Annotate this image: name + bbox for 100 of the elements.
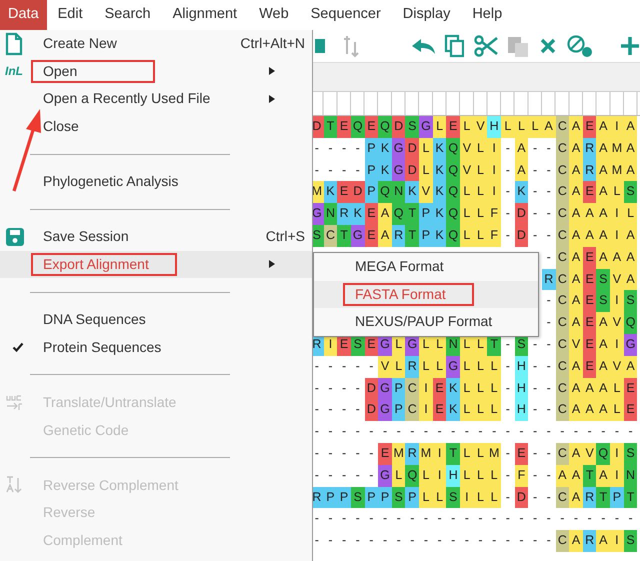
residue-cell: P	[610, 486, 624, 508]
gap-cell-text: -	[586, 423, 593, 440]
residue-cell: E	[582, 181, 596, 204]
gap-cell-text: -	[627, 510, 634, 528]
residue-cell: H	[514, 399, 528, 422]
residue-cell: R	[405, 442, 420, 465]
residue-cell: H	[514, 356, 528, 378]
gap-cell-text: -	[504, 444, 511, 462]
menu-bar-item[interactable]: Alignment	[162, 0, 248, 30]
gap-cell-text: -	[409, 510, 416, 528]
gap-cell-text: -	[314, 140, 320, 157]
residue-cell: G	[419, 116, 433, 138]
residue-cell: L	[460, 356, 474, 378]
gap-cell-text: -	[600, 510, 606, 528]
gap-cell-text: -	[464, 510, 470, 528]
gap-cell-text: -	[546, 205, 552, 222]
residue-cell: A	[582, 399, 596, 422]
residue-cell: H	[514, 378, 528, 400]
residue-cell: R	[337, 203, 351, 225]
menu-bar-item[interactable]: Help	[461, 0, 514, 30]
residue-cell: K	[350, 203, 365, 225]
gap-cell-text: -	[327, 444, 334, 462]
gap-cell-text: -	[341, 423, 348, 440]
gap-cell-text: -	[354, 510, 361, 528]
residue-cell: A	[610, 246, 624, 269]
gap-cell-text: -	[546, 292, 552, 310]
gap-cell-text: -	[532, 510, 538, 528]
paste-icon[interactable]	[506, 34, 530, 58]
gap-cell-text: -	[314, 423, 320, 440]
residue-cell: K	[378, 160, 392, 182]
menu-bar-item[interactable]: Data	[0, 0, 47, 30]
residue-cell: E	[378, 442, 392, 465]
residue-cell: A	[596, 116, 610, 138]
menu-bar-item[interactable]: Edit	[46, 0, 94, 30]
residue-cell: A	[569, 160, 583, 182]
add-icon[interactable]	[620, 36, 640, 56]
residue-cell: A	[596, 203, 610, 225]
residue-cell: K	[405, 181, 420, 204]
copy-icon[interactable]	[444, 34, 464, 58]
residue-cell: Q	[378, 116, 392, 138]
residue-cell: A	[569, 378, 583, 400]
residue-cell: A	[569, 138, 583, 160]
translate-icon	[5, 394, 23, 412]
residue-cell: L	[487, 464, 501, 487]
residue-cell: I	[610, 442, 624, 465]
menu-item[interactable]: MEGA Format	[314, 253, 538, 280]
menu-item[interactable]: NEXUS/PAUP Format	[314, 308, 538, 336]
menu-bar-item[interactable]: Search	[94, 0, 162, 30]
residue-cell: K	[446, 378, 460, 400]
scissors-icon[interactable]	[474, 35, 498, 57]
gap-cell-text: -	[341, 140, 348, 157]
gap-cell-text: -	[546, 248, 552, 266]
gap-cell-text: -	[396, 532, 402, 550]
gap-cell-text: -	[627, 423, 634, 440]
menu-icon: InL	[5, 62, 23, 80]
gap-cell-text: -	[504, 532, 511, 550]
residue-cell: Q	[350, 116, 365, 138]
residue-cell: I	[487, 160, 501, 182]
gap-cell-text: -	[354, 140, 361, 157]
menu-item[interactable]: Save Session Ctrl+S	[0, 223, 312, 251]
residue-cell: L	[460, 224, 474, 247]
menu-item[interactable]: Protein Sequences	[0, 334, 312, 362]
residue-cell: S	[624, 181, 638, 204]
delete-icon[interactable]	[540, 38, 556, 54]
menu-item[interactable]: Export Alignment	[0, 250, 312, 278]
menu-item[interactable]: InL Open	[0, 58, 312, 86]
residue-cell: L	[432, 116, 446, 138]
residue-cell: V	[610, 268, 624, 290]
gap-cell-text: -	[396, 510, 402, 528]
gap-cell-text: -	[546, 510, 552, 528]
menu-item[interactable]: Create New Ctrl+Alt+N	[0, 30, 312, 58]
residue-cell: Q	[446, 224, 460, 247]
menu-bar-item[interactable]: Sequencer	[300, 0, 392, 30]
residue-cell: R	[542, 268, 556, 290]
menu-bar-item[interactable]: Display	[392, 0, 462, 30]
gap-cell-text: -	[532, 205, 538, 222]
gap-cell-text: -	[341, 380, 348, 397]
menu-item[interactable]: Phylogenetic Analysis	[0, 168, 312, 196]
block-icon[interactable]	[314, 38, 326, 54]
residue-cell: S	[624, 530, 638, 552]
gap-cell-text: -	[504, 358, 511, 375]
undo-icon[interactable]	[410, 36, 436, 56]
residue-cell: C	[556, 486, 570, 508]
gap-cell-text: -	[368, 423, 374, 440]
residue-cell: A	[582, 203, 596, 225]
gap-cell-text: -	[532, 183, 538, 200]
gap-cell-text: -	[504, 205, 511, 222]
menu-item[interactable]: FASTA Format	[314, 280, 538, 308]
menu-item[interactable]: DNA Sequences	[0, 306, 312, 334]
menu-item[interactable]: Close	[0, 112, 312, 140]
residue-cell: S	[596, 290, 610, 312]
residue-cell: L	[474, 442, 488, 465]
residue-cell: I	[487, 181, 501, 204]
residue-cell: E	[337, 181, 351, 204]
residue-cell: C	[556, 246, 570, 269]
gap-cell-text: -	[532, 336, 538, 353]
gap-cell-text: -	[341, 358, 348, 375]
menu-bar-item[interactable]: Web	[248, 0, 300, 30]
gap-cell-text: -	[314, 162, 320, 179]
residue-cell: A	[569, 181, 583, 204]
